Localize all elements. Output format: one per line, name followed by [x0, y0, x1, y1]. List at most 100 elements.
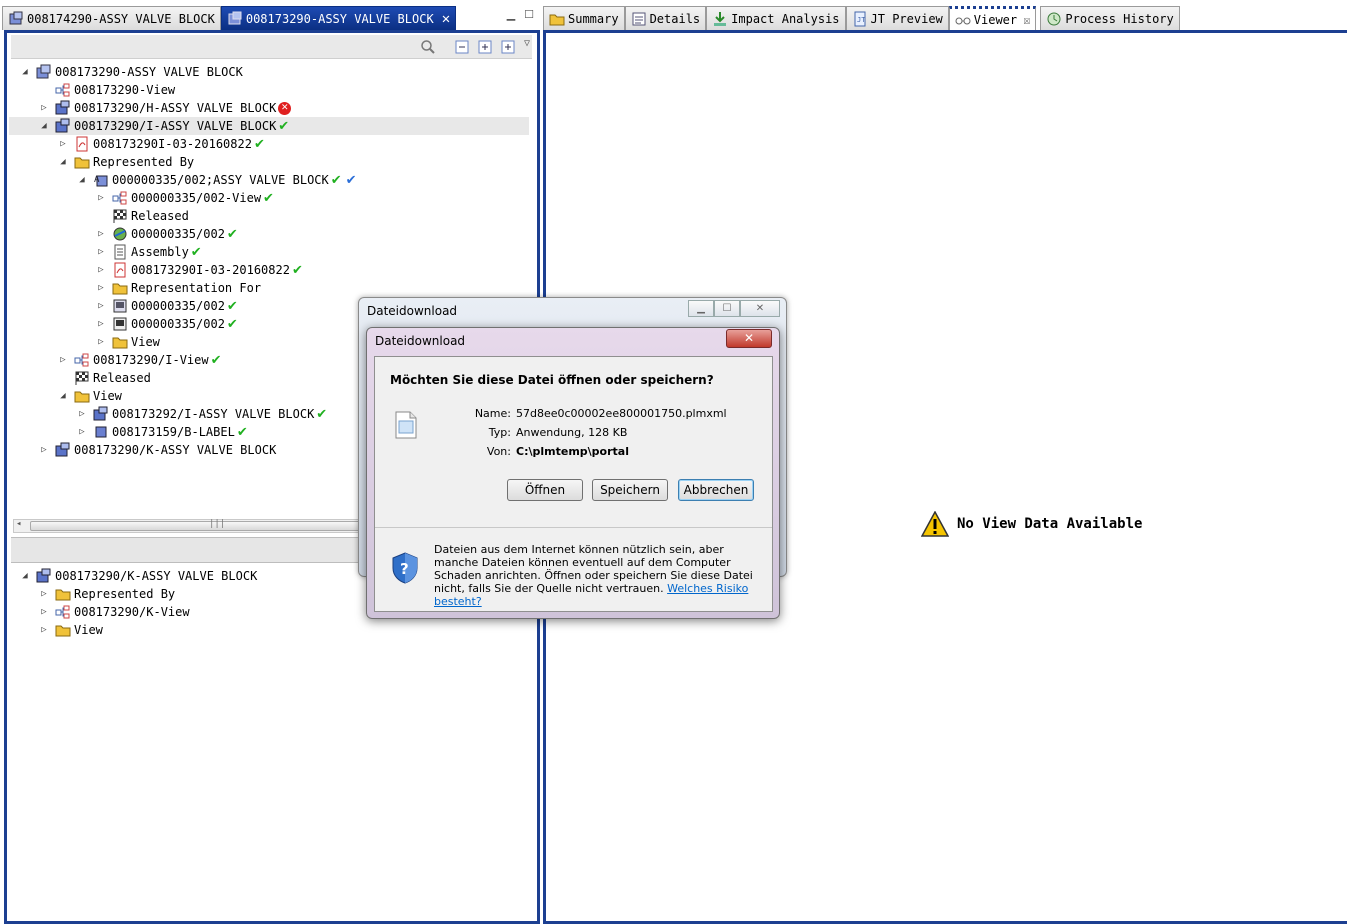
close-icon[interactable]: ☒ [1023, 13, 1030, 27]
close-icon[interactable]: ✕ [442, 11, 450, 27]
node-label: Representation For [131, 281, 262, 295]
collapsed-arrow-icon[interactable]: ▷ [96, 229, 106, 239]
tree-node[interactable]: ▷ View [96, 333, 160, 351]
minimize-icon[interactable]: ▁ [688, 300, 714, 317]
collapsed-arrow-icon[interactable]: ▷ [96, 337, 106, 347]
tree-node[interactable]: ▷ 000000335/002 ✔ [96, 297, 238, 315]
tree-node[interactable]: ▷ 008173290/H-ASSY VALVE BLOCK ✕ [39, 99, 292, 117]
tree-node[interactable]: ◢ View [58, 387, 122, 405]
tree-node[interactable]: ▷ 008173290I-03-20160822 ✔ [96, 261, 303, 279]
tree-node[interactable]: ▷ View [39, 621, 103, 639]
tree-node[interactable]: ▷ 000000335/002 ✔ [96, 315, 238, 333]
tree-node[interactable]: ▷ 008173290/K-View [39, 603, 189, 621]
scrollbar-thumb[interactable]: ||| [30, 519, 364, 531]
dialog-title: Dateidownload [367, 304, 458, 318]
tab-summary[interactable]: Summary [543, 6, 625, 30]
folder-icon [549, 14, 565, 25]
tree-node[interactable]: ▷ Representation For [96, 279, 261, 297]
tab-doc-008173290[interactable]: 008173290-ASSY VALVE BLOCK ✕ [220, 6, 457, 30]
tree-node[interactable]: ▷ 000000335/002 ✔ [96, 225, 238, 243]
tree-node[interactable]: ▷ 000000335/002-View ✔ [96, 189, 274, 207]
collapsed-arrow-icon[interactable]: ▷ [58, 355, 68, 365]
minimize-icon[interactable]: ▁ [504, 8, 518, 22]
maximize-icon[interactable]: ☐ [522, 8, 536, 22]
tree-node[interactable]: ▷ Represented By [39, 585, 175, 603]
node-label: 008173159/B-LABEL [112, 425, 235, 439]
cancel-button[interactable]: Abbrechen [678, 479, 754, 501]
checkmark-icon: ✔ [316, 406, 328, 422]
pdf-icon [114, 262, 126, 278]
tree-node[interactable]: Released [74, 369, 151, 387]
close-button[interactable]: ✕ [726, 329, 772, 348]
checkmark-icon: ✔ [236, 424, 248, 440]
collapsed-arrow-icon[interactable]: ▷ [39, 607, 49, 617]
tab-impact-analysis[interactable]: Impact Analysis [706, 6, 846, 30]
tab-details[interactable]: Details [624, 6, 707, 30]
expanded-arrow-icon[interactable]: ◢ [58, 157, 68, 167]
tree-node[interactable]: ▷ 008173290/K-ASSY VALVE BLOCK [39, 441, 276, 459]
maximize-icon[interactable]: ☐ [714, 300, 740, 317]
scroll-left-icon[interactable]: ◂ [16, 519, 21, 529]
horizontal-scrollbar[interactable]: ◂ ||| [13, 519, 364, 533]
node-label: View [131, 335, 160, 349]
tab-process-history[interactable]: Process History [1040, 6, 1180, 30]
jt-preview-icon: JT [854, 11, 866, 26]
node-label: 008173290-View [74, 83, 176, 97]
collapsed-arrow-icon[interactable]: ▷ [58, 139, 68, 149]
bom-view-icon [55, 605, 70, 619]
folder-icon [55, 625, 71, 637]
tree-node-selected[interactable]: ◢ 008173290/I-ASSY VALVE BLOCK ✔ [9, 117, 529, 135]
tree-node[interactable]: 008173290-View [55, 81, 175, 99]
tab-viewer[interactable]: Viewer ☒ [948, 6, 1037, 30]
collapsed-arrow-icon[interactable]: ▷ [96, 301, 106, 311]
collapse-all-icon[interactable] [454, 39, 470, 55]
collapsed-arrow-icon[interactable]: ▷ [96, 247, 106, 257]
search-icon[interactable] [420, 39, 436, 55]
tab-jt-preview[interactable]: JT JT Preview [845, 6, 949, 30]
tree-node[interactable]: ◢ A 000000335/002;ASSY VALVE BLOCK ✔ ✔ [77, 171, 356, 189]
tree-node[interactable]: ▷ Assembly ✔ [96, 243, 202, 261]
node-label: 008173290/K-ASSY VALVE BLOCK [74, 443, 277, 457]
expanded-arrow-icon[interactable]: ◢ [77, 175, 87, 185]
collapsed-arrow-icon[interactable]: ▷ [77, 409, 87, 419]
collapsed-arrow-icon[interactable]: ▷ [96, 283, 106, 293]
collapsed-arrow-icon[interactable]: ▷ [96, 319, 106, 329]
bom-view-icon [112, 191, 127, 205]
node-label: 000000335/002 [131, 227, 225, 241]
folder-icon [112, 283, 128, 295]
collapsed-arrow-icon[interactable]: ▷ [96, 265, 106, 275]
close-icon[interactable]: ✕ [740, 300, 780, 317]
tree-node[interactable]: ◢ 008173290-ASSY VALVE BLOCK [20, 63, 243, 81]
document-icon [114, 244, 126, 260]
tab-doc-008174290[interactable]: 008174290-ASSY VALVE BLOCK [2, 6, 221, 30]
collapsed-arrow-icon[interactable]: ▷ [96, 193, 106, 203]
checkmark-icon: ✔ [210, 352, 222, 368]
node-label: 000000335/002 [131, 299, 225, 313]
checkmark-icon: ✔ [291, 262, 303, 278]
collapsed-arrow-icon[interactable]: ▷ [39, 445, 49, 455]
tree-node[interactable]: Released [112, 207, 189, 225]
tree-node[interactable]: ◢ 008173290/K-ASSY VALVE BLOCK [20, 567, 257, 585]
tree-node[interactable]: ▷ 008173290/I-View ✔ [58, 351, 222, 369]
from-label: Von: [486, 445, 511, 458]
collapsed-arrow-icon[interactable]: ▷ [39, 589, 49, 599]
node-label: Assembly [131, 245, 189, 259]
view-menu-icon[interactable]: ▽ [524, 38, 530, 49]
collapsed-arrow-icon[interactable]: ▷ [39, 103, 49, 113]
checkmark-icon: ✔ [253, 136, 265, 152]
collapsed-arrow-icon[interactable]: ▷ [77, 427, 87, 437]
tree-node[interactable]: ◢ Represented By [58, 153, 194, 171]
expanded-arrow-icon[interactable]: ◢ [20, 571, 30, 581]
save-button[interactable]: Speichern [592, 479, 668, 501]
expand-icon[interactable] [477, 39, 493, 55]
expand-all-icon[interactable] [500, 39, 516, 55]
expanded-arrow-icon[interactable]: ◢ [39, 121, 49, 131]
expanded-arrow-icon[interactable]: ◢ [58, 391, 68, 401]
expanded-arrow-icon[interactable]: ◢ [20, 67, 30, 77]
tree-node[interactable]: ▷ 008173290I-03-20160822 ✔ [58, 135, 265, 153]
collapsed-arrow-icon[interactable]: ▷ [39, 625, 49, 635]
tree-node[interactable]: ▷ 008173292/I-ASSY VALVE BLOCK ✔ [77, 405, 327, 423]
folder-icon [74, 157, 90, 169]
tree-node[interactable]: ▷ 008173159/B-LABEL ✔ [77, 423, 248, 441]
open-button[interactable]: Öffnen [507, 479, 583, 501]
